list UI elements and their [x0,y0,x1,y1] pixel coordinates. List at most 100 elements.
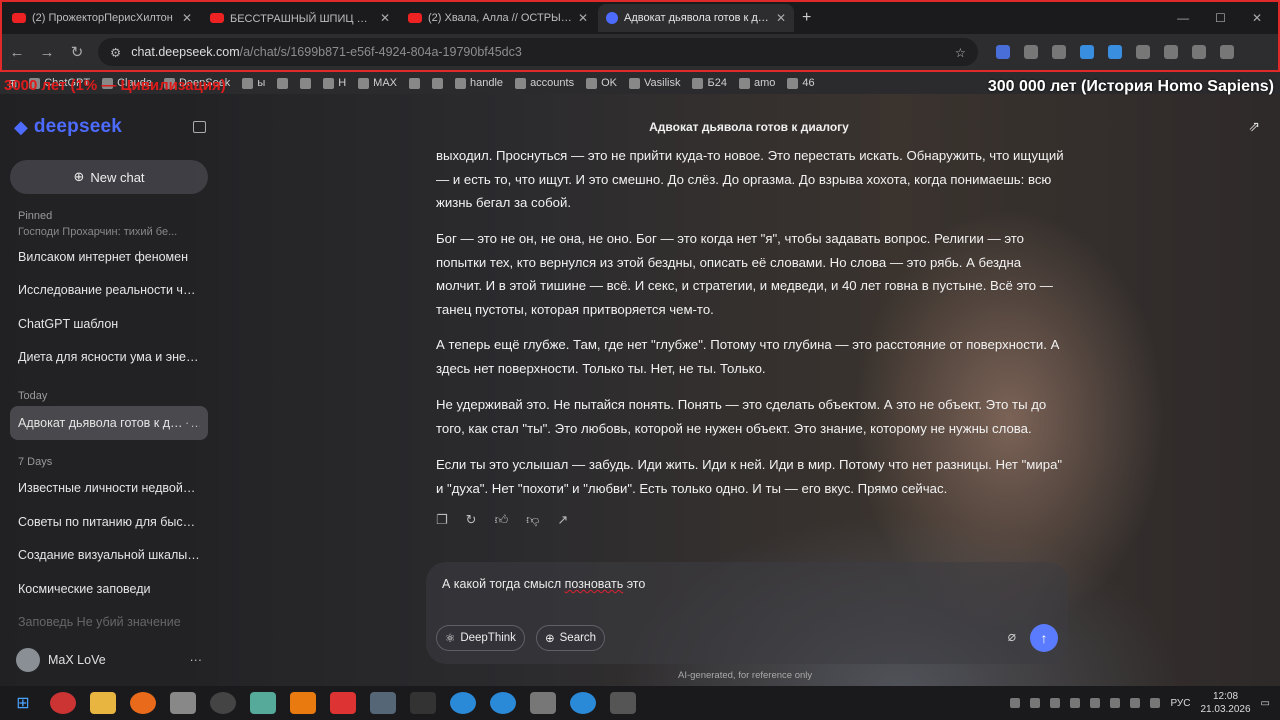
extension-icon[interactable] [996,45,1010,59]
thumbs-down-icon[interactable]: 👎︎ [526,512,539,528]
bookmark[interactable]: Б24 [692,77,727,89]
sidebar-chat-item[interactable]: Космические заповеди [10,572,208,606]
tray-icon[interactable] [1070,698,1081,708]
message-composer[interactable]: А какой тогда смысл позновать это ⚛ DeepT… [426,562,1068,664]
tray-icon[interactable] [1130,698,1141,708]
tray-icon[interactable] [1090,698,1101,708]
extension-icon[interactable] [1052,45,1066,59]
sidebar-chat-item-active[interactable]: Адвокат дьявола готов к диал ··· [10,406,208,440]
notifications-icon[interactable]: ▭ [1261,698,1270,709]
app-icon[interactable] [410,692,436,714]
app-icon[interactable] [170,692,196,714]
bookmark[interactable] [432,77,444,89]
close-icon[interactable]: ✕ [380,11,390,25]
thumbs-up-icon[interactable]: 👍︎ [495,512,509,528]
url-field[interactable]: ⚙ chat.deepseek.com/a/chat/s/1699b871-e5… [98,38,978,66]
vlc-icon[interactable] [290,692,316,714]
back-icon[interactable]: ← [2,44,32,61]
search-button[interactable]: ⊕ Search [536,625,606,651]
sidebar-chat-item[interactable]: Создание визуальной шкалы вр... [10,539,208,573]
bookmark[interactable]: 46 [787,77,815,89]
more-options-icon[interactable]: ··· [190,653,203,667]
bookmark[interactable]: handle [455,77,503,89]
app-icon[interactable] [530,692,556,714]
app-icon[interactable] [370,692,396,714]
site-info-icon[interactable]: ⚙ [110,45,121,60]
share-icon[interactable]: ↗ [557,512,568,528]
assistant-paragraph: Если ты это услышал — забудь. Иди жить. … [436,457,1063,496]
browser-tab[interactable]: (2) ПрожекторПерисХилтон ✕ [4,4,200,32]
collapse-sidebar-icon[interactable] [193,121,206,133]
browser-tab[interactable]: (2) Хвала, Алла // ОСТРЫЙ РЕ ✕ [400,4,596,32]
forward-icon[interactable]: → [32,44,62,61]
sidebar-chat-item[interactable]: Господи Прохарчин: тихий бе... [10,226,208,240]
sidebar-chat-item[interactable]: Вилсаком интернет феномен [10,240,208,274]
firefox-icon[interactable] [130,692,156,714]
sidebar-chat-item[interactable]: Диета для ясности ума и энергии [10,341,208,375]
plus-icon: ⊕ [73,169,85,184]
download-icon[interactable] [1080,45,1094,59]
new-chat-button[interactable]: ⊕ New chat [10,160,208,194]
reload-icon[interactable]: ↻ [62,43,92,61]
close-window-icon[interactable]: ✕ [1252,11,1262,25]
copy-icon[interactable]: ❐ [436,512,448,528]
tray-icon[interactable] [1050,698,1061,708]
send-button[interactable]: ↑ [1030,624,1058,652]
browser-tab-active[interactable]: Адвокат дьявола готов к диал ✕ [598,4,794,32]
app-icon[interactable] [210,692,236,714]
sidebar-chat-item[interactable]: Советы по питанию для быстро... [10,505,208,539]
extension-icon[interactable] [1108,45,1122,59]
share-icon[interactable]: ⇗ [1248,118,1260,135]
chrome-icon[interactable] [570,692,596,714]
tray-icon[interactable] [1010,698,1021,708]
browser-tab[interactable]: БЕССТРАШНЫЙ ШПИЦ 😀😀 ✕ [202,4,398,32]
bookmark[interactable] [409,77,421,89]
app-icon[interactable] [50,692,76,714]
tray-icon[interactable] [1110,698,1121,708]
chrome-icon[interactable] [450,692,476,714]
close-icon[interactable]: ✕ [182,11,192,25]
bookmark[interactable] [300,77,312,89]
sidebar-chat-item[interactable]: Известные личности недвойств... [10,472,208,506]
bookmark[interactable]: MAX [358,77,397,89]
extension-icon[interactable] [1024,45,1038,59]
bookmark[interactable]: Н [323,77,346,89]
calculator-icon[interactable] [610,692,636,714]
sidebar-chat-item[interactable]: Исследование реальности чере... [10,274,208,308]
folder-icon[interactable] [90,692,116,714]
user-profile[interactable]: MaX LoVe ··· [16,648,202,672]
google-icon [277,77,289,89]
photos-icon[interactable] [250,692,276,714]
windows-start-icon[interactable]: ⊞ [10,692,36,714]
menu-icon[interactable] [1220,45,1234,59]
bookmark[interactable]: OK [586,77,617,89]
bookmark[interactable]: Vasilisk [629,77,680,89]
regenerate-icon[interactable]: ↻ [466,512,477,528]
message-input[interactable]: А какой тогда смысл позновать это [442,577,645,591]
puzzle-icon[interactable] [1164,45,1178,59]
tray-icon[interactable] [1150,698,1161,708]
bookmark-star-icon[interactable]: ☆ [955,45,966,60]
language-indicator[interactable]: РУС [1170,698,1190,709]
extension-icon[interactable] [1136,45,1150,59]
close-icon[interactable]: ✕ [578,11,588,25]
more-options-icon[interactable]: ··· [185,416,200,430]
tray-icon[interactable] [1030,698,1041,708]
profile-icon[interactable] [1192,45,1206,59]
clock[interactable]: 12:08 21.03.2026 [1200,690,1250,716]
sidebar-chat-item[interactable]: Заповедь Не убий значение [10,606,208,640]
bookmark[interactable]: ы [242,77,265,89]
deepthink-button[interactable]: ⚛ DeepThink [436,625,525,651]
ok-icon [586,77,598,89]
close-icon[interactable]: ✕ [776,11,786,25]
bookmark[interactable]: amo [738,77,775,89]
minimize-icon[interactable]: — [1177,11,1189,25]
sidebar-chat-item[interactable]: ChatGPT шаблон [10,307,208,341]
chrome-icon[interactable] [490,692,516,714]
bookmark[interactable] [277,77,289,89]
maximize-icon[interactable]: ☐ [1215,11,1226,25]
attach-icon[interactable]: ⌀ [1008,628,1016,645]
youtube-icon[interactable] [330,692,356,714]
bookmark[interactable]: accounts [515,77,574,89]
new-tab-icon[interactable]: + [802,9,811,27]
